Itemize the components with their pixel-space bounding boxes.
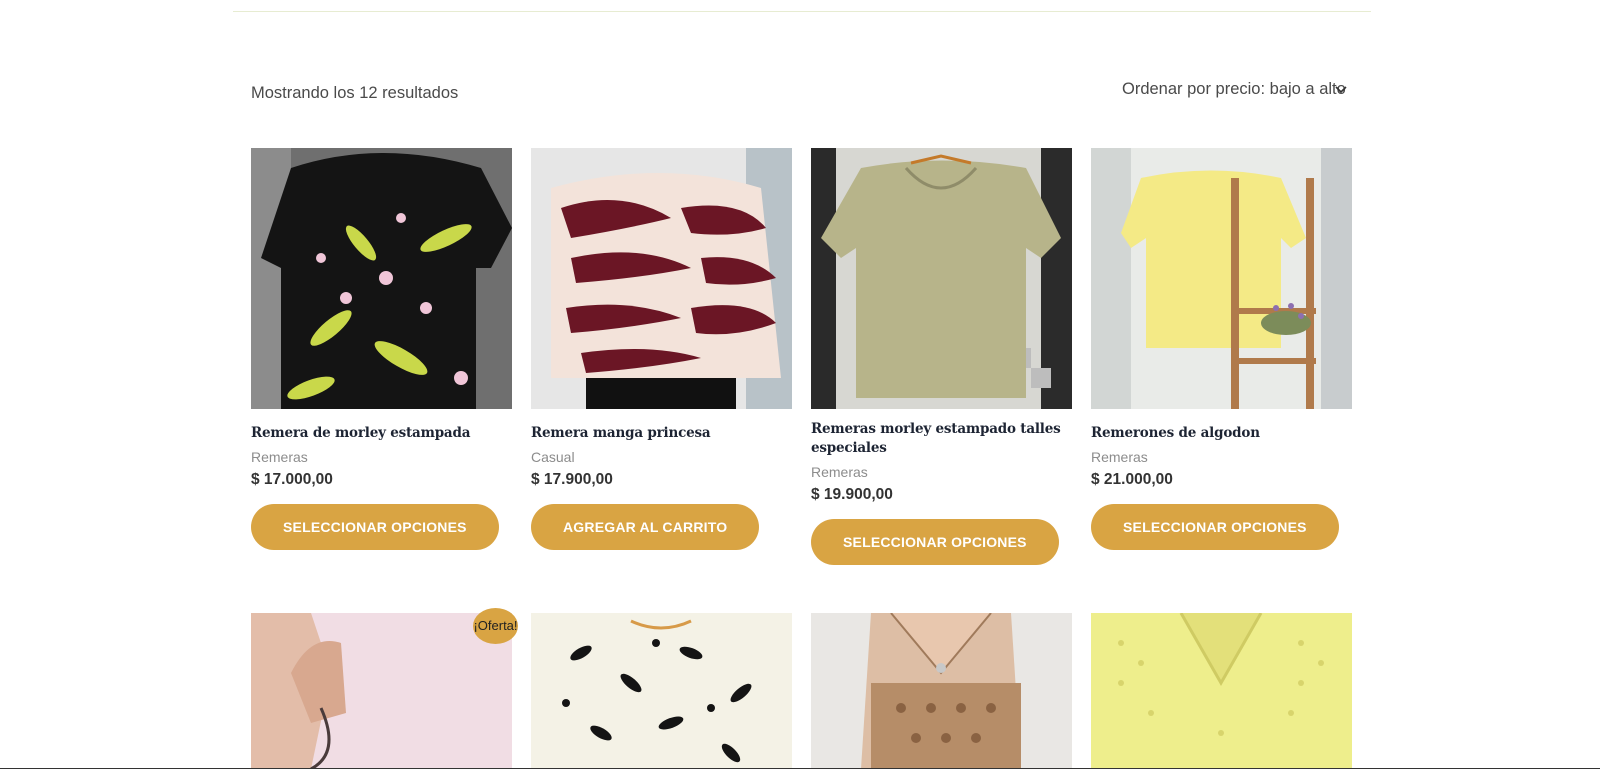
product-card xyxy=(531,613,792,769)
product-category[interactable]: Remeras xyxy=(1091,449,1352,465)
product-image[interactable] xyxy=(251,148,512,409)
product-category[interactable]: Casual xyxy=(531,449,792,465)
product-title[interactable]: Remeras morley estampado talles especial… xyxy=(811,420,1072,458)
product-image[interactable] xyxy=(251,613,512,769)
product-price: $ 19.900,00 xyxy=(811,486,893,503)
select-options-button[interactable]: SELECCIONAR OPCIONES xyxy=(251,504,499,550)
product-image[interactable] xyxy=(811,613,1072,769)
product-title[interactable]: Remerones de algodon xyxy=(1091,424,1352,443)
select-options-button[interactable]: SELECCIONAR OPCIONES xyxy=(1091,504,1339,550)
product-category[interactable]: Remeras xyxy=(811,464,1072,480)
product-card xyxy=(811,613,1072,769)
product-image[interactable] xyxy=(531,148,792,409)
product-category[interactable]: Remeras xyxy=(251,449,512,465)
product-image[interactable] xyxy=(1091,613,1352,769)
product-card: Remera de morley estampada Remeras $ 17.… xyxy=(251,148,512,550)
product-price: $ 21.000,00 xyxy=(1091,471,1173,488)
product-card: Remera manga princesa Casual $ 17.900,00… xyxy=(531,148,792,550)
product-title[interactable]: Remera manga princesa xyxy=(531,424,792,443)
product-image[interactable] xyxy=(811,148,1072,409)
product-card: Remeras morley estampado talles especial… xyxy=(811,148,1072,565)
orderby-selected-value: Ordenar por precio: bajo a alto xyxy=(1122,80,1346,98)
product-image[interactable] xyxy=(531,613,792,769)
select-options-button[interactable]: SELECCIONAR OPCIONES xyxy=(811,519,1059,565)
header-divider xyxy=(233,11,1371,12)
product-card: Remerones de algodon Remeras $ 21.000,00… xyxy=(1091,148,1352,550)
product-card xyxy=(1091,613,1352,769)
add-to-cart-button[interactable]: AGREGAR AL CARRITO xyxy=(531,504,760,550)
product-price: $ 17.900,00 xyxy=(531,471,613,488)
product-image[interactable] xyxy=(1091,148,1352,409)
product-price: $ 17.000,00 xyxy=(251,471,333,488)
product-card xyxy=(251,613,512,769)
result-count: Mostrando los 12 resultados xyxy=(251,84,459,102)
chevron-down-icon xyxy=(1335,86,1347,94)
sale-badge: ¡Oferta! xyxy=(473,608,518,644)
product-title[interactable]: Remera de morley estampada xyxy=(251,424,512,443)
orderby-select[interactable]: Ordenar por precio: bajo a alto xyxy=(1122,80,1347,99)
